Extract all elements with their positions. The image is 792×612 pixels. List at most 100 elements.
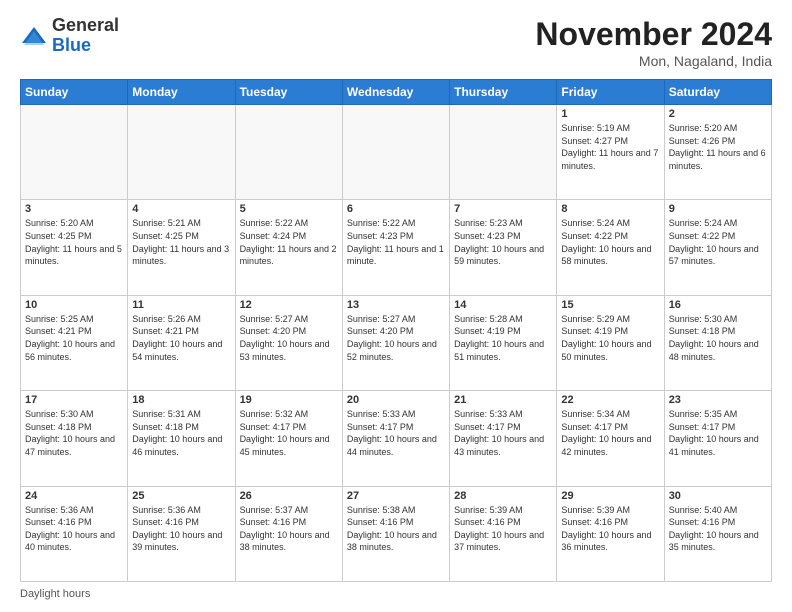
day-number: 15 — [561, 299, 659, 311]
day-info: Sunrise: 5:37 AM Sunset: 4:16 PM Dayligh… — [240, 504, 338, 554]
table-row: 7 Sunrise: 5:23 AM Sunset: 4:23 PM Daylig… — [450, 200, 557, 295]
month-title: November 2024 — [535, 16, 772, 53]
table-row: 11 Sunrise: 5:26 AM Sunset: 4:21 PM Dayli… — [128, 295, 235, 390]
header: General Blue November 2024 Mon, Nagaland… — [20, 16, 772, 69]
table-row: 5 Sunrise: 5:22 AM Sunset: 4:24 PM Daylig… — [235, 200, 342, 295]
day-info: Sunrise: 5:33 AM Sunset: 4:17 PM Dayligh… — [454, 408, 552, 458]
col-sunday: Sunday — [21, 80, 128, 105]
table-row: 14 Sunrise: 5:28 AM Sunset: 4:19 PM Dayli… — [450, 295, 557, 390]
table-row — [342, 105, 449, 200]
location-subtitle: Mon, Nagaland, India — [535, 53, 772, 69]
footer-text: Daylight hours — [20, 588, 90, 600]
day-number: 4 — [132, 203, 230, 215]
day-info: Sunrise: 5:22 AM Sunset: 4:24 PM Dayligh… — [240, 217, 338, 267]
day-number: 12 — [240, 299, 338, 311]
table-row: 28 Sunrise: 5:39 AM Sunset: 4:16 PM Dayli… — [450, 486, 557, 581]
col-thursday: Thursday — [450, 80, 557, 105]
day-info: Sunrise: 5:32 AM Sunset: 4:17 PM Dayligh… — [240, 408, 338, 458]
day-number: 20 — [347, 394, 445, 406]
day-number: 30 — [669, 490, 767, 502]
day-number: 2 — [669, 108, 767, 120]
day-info: Sunrise: 5:34 AM Sunset: 4:17 PM Dayligh… — [561, 408, 659, 458]
day-info: Sunrise: 5:40 AM Sunset: 4:16 PM Dayligh… — [669, 504, 767, 554]
table-row: 25 Sunrise: 5:36 AM Sunset: 4:16 PM Dayli… — [128, 486, 235, 581]
day-number: 26 — [240, 490, 338, 502]
table-row: 18 Sunrise: 5:31 AM Sunset: 4:18 PM Dayli… — [128, 391, 235, 486]
table-row: 3Sunrise: 5:20 AM Sunset: 4:25 PM Daylig… — [21, 200, 128, 295]
logo-icon — [20, 23, 48, 51]
day-number: 13 — [347, 299, 445, 311]
footer: Daylight hours — [20, 588, 772, 600]
day-number: 19 — [240, 394, 338, 406]
col-saturday: Saturday — [664, 80, 771, 105]
day-info: Sunrise: 5:27 AM Sunset: 4:20 PM Dayligh… — [240, 313, 338, 363]
table-row: 2 Sunrise: 5:20 AM Sunset: 4:26 PM Daylig… — [664, 105, 771, 200]
day-number: 16 — [669, 299, 767, 311]
table-row: 30 Sunrise: 5:40 AM Sunset: 4:16 PM Dayli… — [664, 486, 771, 581]
logo-blue: Blue — [52, 36, 119, 56]
table-row: 12 Sunrise: 5:27 AM Sunset: 4:20 PM Dayli… — [235, 295, 342, 390]
table-row: 27 Sunrise: 5:38 AM Sunset: 4:16 PM Dayli… — [342, 486, 449, 581]
day-info: Sunrise: 5:31 AM Sunset: 4:18 PM Dayligh… — [132, 408, 230, 458]
day-number: 10 — [25, 299, 123, 311]
day-info: Sunrise: 5:28 AM Sunset: 4:19 PM Dayligh… — [454, 313, 552, 363]
day-number: 22 — [561, 394, 659, 406]
day-number: 18 — [132, 394, 230, 406]
logo-text: General Blue — [52, 16, 119, 56]
table-row: 24 Sunrise: 5:36 AM Sunset: 4:16 PM Dayli… — [21, 486, 128, 581]
table-row: 23Sunrise: 5:35 AM Sunset: 4:17 PM Dayli… — [664, 391, 771, 486]
day-info: Sunrise: 5:26 AM Sunset: 4:21 PM Dayligh… — [132, 313, 230, 363]
col-friday: Friday — [557, 80, 664, 105]
table-row: 4Sunrise: 5:21 AM Sunset: 4:25 PM Daylig… — [128, 200, 235, 295]
table-row: 21 Sunrise: 5:33 AM Sunset: 4:17 PM Dayli… — [450, 391, 557, 486]
day-number: 17 — [25, 394, 123, 406]
table-row: 29 Sunrise: 5:39 AM Sunset: 4:16 PM Dayli… — [557, 486, 664, 581]
table-row: 16 Sunrise: 5:30 AM Sunset: 4:18 PM Dayli… — [664, 295, 771, 390]
col-monday: Monday — [128, 80, 235, 105]
day-info: Sunrise: 5:27 AM Sunset: 4:20 PM Dayligh… — [347, 313, 445, 363]
table-row — [21, 105, 128, 200]
table-row: 10 Sunrise: 5:25 AM Sunset: 4:21 PM Dayli… — [21, 295, 128, 390]
table-row: 15Sunrise: 5:29 AM Sunset: 4:19 PM Dayli… — [557, 295, 664, 390]
table-row: 6Sunrise: 5:22 AM Sunset: 4:23 PM Daylig… — [342, 200, 449, 295]
calendar-week-2: 10 Sunrise: 5:25 AM Sunset: 4:21 PM Dayli… — [21, 295, 772, 390]
day-number: 14 — [454, 299, 552, 311]
table-row: 8Sunrise: 5:24 AM Sunset: 4:22 PM Daylig… — [557, 200, 664, 295]
title-area: November 2024 Mon, Nagaland, India — [535, 16, 772, 69]
day-number: 29 — [561, 490, 659, 502]
day-info: Sunrise: 5:20 AM Sunset: 4:26 PM Dayligh… — [669, 122, 767, 172]
day-number: 9 — [669, 203, 767, 215]
table-row: 17 Sunrise: 5:30 AM Sunset: 4:18 PM Dayli… — [21, 391, 128, 486]
col-tuesday: Tuesday — [235, 80, 342, 105]
day-number: 21 — [454, 394, 552, 406]
day-info: Sunrise: 5:24 AM Sunset: 4:22 PM Dayligh… — [669, 217, 767, 267]
day-number: 28 — [454, 490, 552, 502]
logo: General Blue — [20, 16, 119, 56]
day-info: Sunrise: 5:19 AM Sunset: 4:27 PM Dayligh… — [561, 122, 659, 172]
day-info: Sunrise: 5:30 AM Sunset: 4:18 PM Dayligh… — [669, 313, 767, 363]
day-number: 25 — [132, 490, 230, 502]
calendar-week-4: 24 Sunrise: 5:36 AM Sunset: 4:16 PM Dayli… — [21, 486, 772, 581]
day-info: Sunrise: 5:22 AM Sunset: 4:23 PM Dayligh… — [347, 217, 445, 267]
day-info: Sunrise: 5:30 AM Sunset: 4:18 PM Dayligh… — [25, 408, 123, 458]
calendar-header-row: Sunday Monday Tuesday Wednesday Thursday… — [21, 80, 772, 105]
day-number: 5 — [240, 203, 338, 215]
table-row: 22 Sunrise: 5:34 AM Sunset: 4:17 PM Dayli… — [557, 391, 664, 486]
day-info: Sunrise: 5:39 AM Sunset: 4:16 PM Dayligh… — [454, 504, 552, 554]
day-info: Sunrise: 5:36 AM Sunset: 4:16 PM Dayligh… — [25, 504, 123, 554]
day-number: 11 — [132, 299, 230, 311]
day-info: Sunrise: 5:23 AM Sunset: 4:23 PM Dayligh… — [454, 217, 552, 267]
table-row: 26 Sunrise: 5:37 AM Sunset: 4:16 PM Dayli… — [235, 486, 342, 581]
day-info: Sunrise: 5:36 AM Sunset: 4:16 PM Dayligh… — [132, 504, 230, 554]
table-row: 19 Sunrise: 5:32 AM Sunset: 4:17 PM Dayli… — [235, 391, 342, 486]
logo-general: General — [52, 16, 119, 36]
day-info: Sunrise: 5:39 AM Sunset: 4:16 PM Dayligh… — [561, 504, 659, 554]
day-number: 7 — [454, 203, 552, 215]
calendar-week-1: 3Sunrise: 5:20 AM Sunset: 4:25 PM Daylig… — [21, 200, 772, 295]
table-row — [128, 105, 235, 200]
day-info: Sunrise: 5:38 AM Sunset: 4:16 PM Dayligh… — [347, 504, 445, 554]
day-number: 24 — [25, 490, 123, 502]
day-number: 27 — [347, 490, 445, 502]
day-info: Sunrise: 5:25 AM Sunset: 4:21 PM Dayligh… — [25, 313, 123, 363]
calendar-week-0: 1Sunrise: 5:19 AM Sunset: 4:27 PM Daylig… — [21, 105, 772, 200]
